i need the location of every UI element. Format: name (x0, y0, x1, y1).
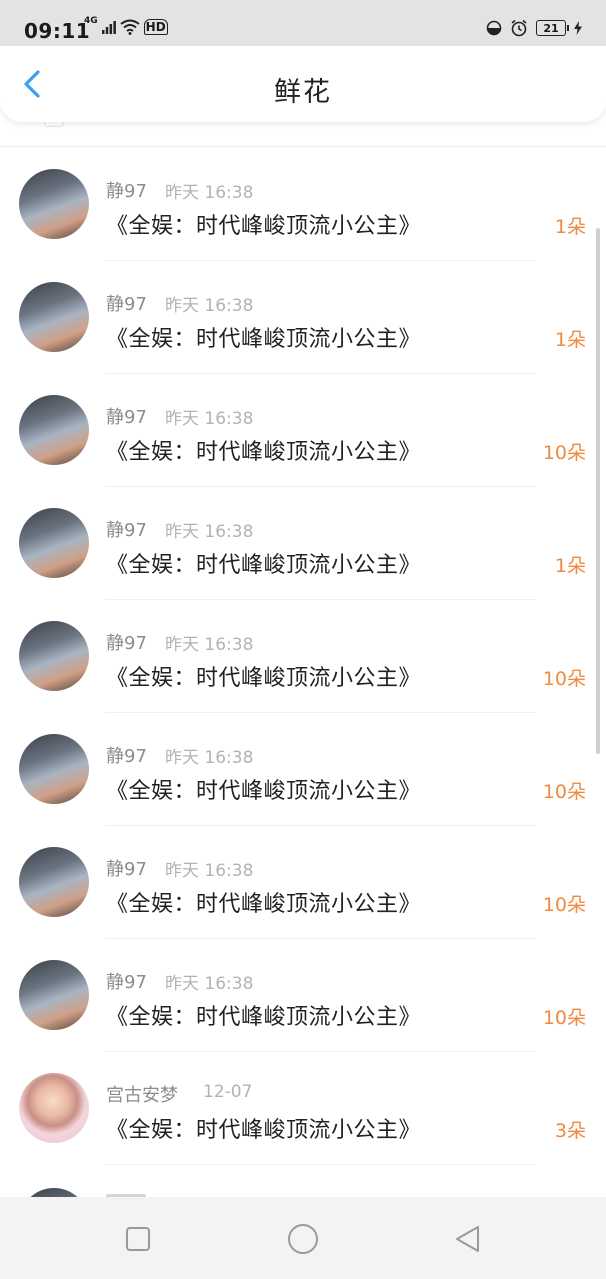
list-item[interactable]: 静97 昨天 16:38 《全娱：时代峰峻顶流小公主》 10朵 (0, 600, 606, 713)
list-item[interactable]: 静97 昨天 16:38 《全娱：时代峰峻顶流小公主》 10朵 (0, 826, 606, 939)
flower-count: 10朵 (542, 781, 586, 803)
status-right-icons: 21 (486, 19, 582, 37)
network-type-label: 4G (84, 16, 98, 26)
avatar[interactable] (19, 508, 89, 578)
status-time: 09:11 (24, 19, 91, 43)
timestamp: 昨天 16:38 (165, 183, 254, 203)
user-name[interactable]: 静97 (106, 290, 147, 316)
avatar[interactable] (19, 847, 89, 917)
list-item[interactable]: 静97 昨天 16:38 《全娱：时代峰峻顶流小公主》 10朵 (0, 713, 606, 826)
system-nav-bar (0, 1197, 606, 1279)
user-name[interactable]: 静97 (106, 516, 147, 542)
avatar[interactable] (19, 395, 89, 465)
user-name[interactable]: 静97 (106, 177, 147, 203)
divider (0, 146, 606, 147)
timestamp: 昨天 16:38 (165, 974, 254, 994)
book-title: 《全娱：时代峰峻顶流小公主》 (106, 666, 422, 691)
flower-count: 1朵 (554, 555, 586, 577)
eye-comfort-icon (486, 20, 502, 36)
list-item[interactable]: 静97 昨天 16:38 《全娱：时代峰峻顶流小公主》 10朵 (0, 939, 606, 1052)
avatar[interactable] (19, 282, 89, 352)
flower-count: 10朵 (542, 894, 586, 916)
user-name[interactable]: 宫古安梦 (106, 1081, 178, 1107)
timestamp: 昨天 16:38 (165, 522, 254, 542)
signal-icon (101, 21, 116, 34)
page-header: 鲜花 (0, 46, 606, 122)
hd-icon: HD (143, 19, 168, 35)
triangle-back-icon (456, 1226, 479, 1252)
book-title: 《全娱：时代峰峻顶流小公主》 (106, 1005, 422, 1030)
list-item[interactable]: 静97 昨天 16:38 《全娱：时代峰峻顶流小公主》 10朵 (0, 374, 606, 487)
square-icon (126, 1227, 150, 1251)
avatar[interactable] (19, 621, 89, 691)
timestamp: 昨天 16:38 (165, 861, 254, 881)
recent-apps-button[interactable] (118, 1219, 158, 1259)
flower-count: 1朵 (554, 216, 586, 238)
timestamp: 昨天 16:38 (165, 748, 254, 768)
book-title: 《全娱：时代峰峻顶流小公主》 (106, 779, 422, 804)
flower-count: 10朵 (542, 1007, 586, 1029)
alarm-icon (511, 19, 527, 37)
avatar[interactable] (19, 169, 89, 239)
charging-icon (574, 21, 582, 35)
status-left-icons: 4G HD (84, 16, 168, 35)
status-bar: 09:11 4G HD 21 (0, 0, 606, 46)
avatar[interactable] (19, 1073, 89, 1143)
scrollbar[interactable] (596, 228, 600, 754)
book-title: 《全娱：时代峰峻顶流小公主》 (106, 214, 422, 239)
timestamp: 昨天 16:38 (165, 635, 254, 655)
battery-level: 21 (543, 22, 559, 35)
book-title: 《全娱：时代峰峻顶流小公主》 (106, 440, 422, 465)
avatar[interactable] (19, 734, 89, 804)
timestamp: 12-07 (203, 1082, 253, 1102)
home-button[interactable] (283, 1219, 323, 1259)
system-back-button[interactable] (448, 1219, 488, 1259)
user-name[interactable]: 静97 (106, 629, 147, 655)
user-name[interactable]: 静97 (106, 742, 147, 768)
battery-icon: 21 (536, 20, 569, 36)
book-title: 《全娱：时代峰峻顶流小公主》 (106, 327, 422, 352)
list-item[interactable]: 静97 昨天 16:38 《全娱：时代峰峻顶流小公主》 1朵 (0, 261, 606, 374)
book-title: 《全娱：时代峰峻顶流小公主》 (106, 1118, 422, 1143)
list-item[interactable]: 宫古安梦 12-07 《全娱：时代峰峻顶流小公主》 3朵 (0, 1052, 606, 1165)
flower-count: 3朵 (554, 1120, 586, 1142)
timestamp: 昨天 16:38 (165, 296, 254, 316)
flower-count: 10朵 (542, 668, 586, 690)
page-title: 鲜花 (274, 77, 332, 108)
list-item[interactable]: 静97 昨天 16:38 《全娱：时代峰峻顶流小公主》 1朵 (0, 487, 606, 600)
wifi-icon (120, 19, 140, 35)
timestamp: 昨天 16:38 (165, 409, 254, 429)
avatar[interactable] (19, 960, 89, 1030)
circle-icon (288, 1224, 318, 1254)
user-name[interactable]: 静97 (106, 968, 147, 994)
book-title: 《全娱：时代峰峻顶流小公主》 (106, 892, 422, 917)
flower-record-list[interactable]: 静97 昨天 16:38 《全娱：时代峰峻顶流小公主》 1朵 静97 昨天 16… (0, 148, 606, 1165)
flower-count: 10朵 (542, 442, 586, 464)
list-item[interactable]: 静97 昨天 16:38 《全娱：时代峰峻顶流小公主》 1朵 (0, 148, 606, 261)
user-name[interactable]: 静97 (106, 403, 147, 429)
user-name[interactable]: 静97 (106, 855, 147, 881)
book-title: 《全娱：时代峰峻顶流小公主》 (106, 553, 422, 578)
flower-count: 1朵 (554, 329, 586, 351)
